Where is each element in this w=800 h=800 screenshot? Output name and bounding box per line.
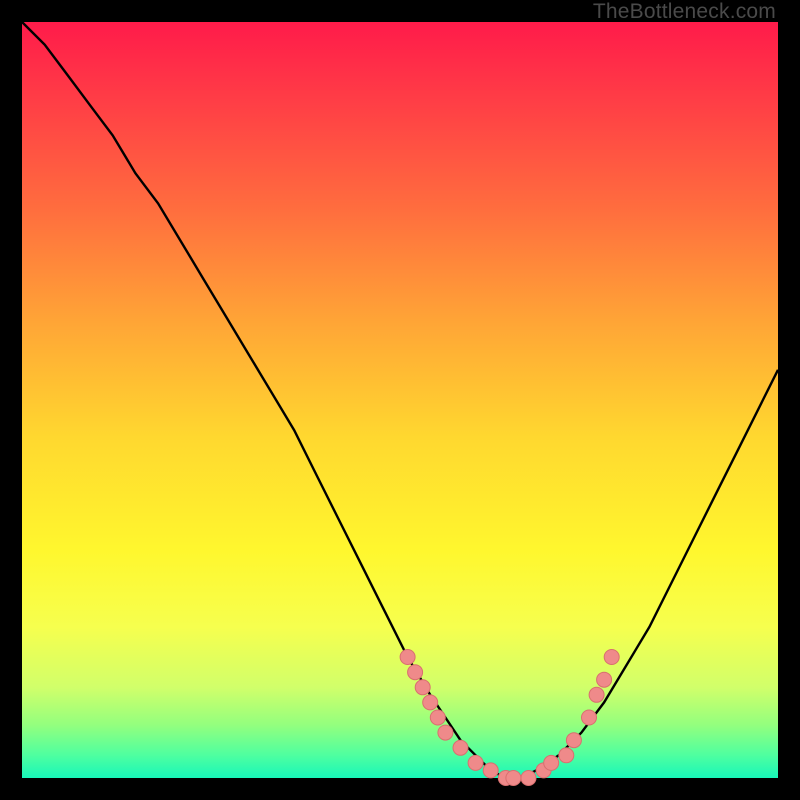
data-marker xyxy=(430,710,445,725)
data-marker xyxy=(408,665,423,680)
data-marker xyxy=(544,755,559,770)
data-marker xyxy=(582,710,597,725)
data-marker xyxy=(597,672,612,687)
chart-frame: TheBottleneck.com xyxy=(0,0,800,800)
data-marker xyxy=(566,733,581,748)
data-marker xyxy=(483,763,498,778)
data-marker xyxy=(521,771,536,786)
data-marker xyxy=(589,687,604,702)
data-marker xyxy=(438,725,453,740)
data-marker xyxy=(468,755,483,770)
data-marker xyxy=(423,695,438,710)
bottleneck-curve xyxy=(22,22,778,778)
data-marker xyxy=(453,740,468,755)
data-marker xyxy=(400,650,415,665)
marker-group xyxy=(400,650,619,786)
chart-overlay-svg xyxy=(22,22,778,778)
data-marker xyxy=(506,771,521,786)
data-marker xyxy=(604,650,619,665)
data-marker xyxy=(559,748,574,763)
data-marker xyxy=(415,680,430,695)
watermark-text: TheBottleneck.com xyxy=(593,0,776,24)
